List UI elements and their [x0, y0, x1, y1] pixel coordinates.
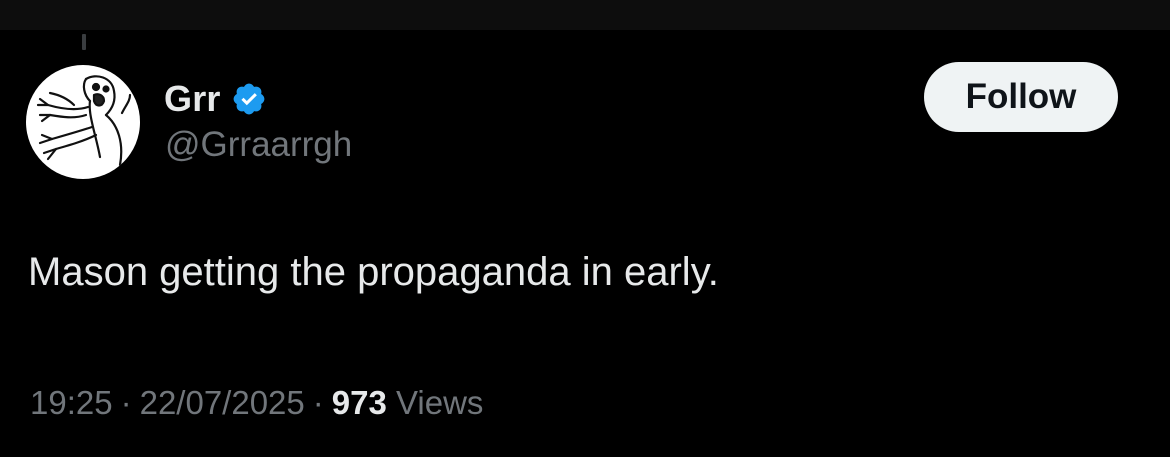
tweet-time[interactable]: 19:25 — [30, 384, 113, 421]
tweet-text: Mason getting the propaganda in early. — [28, 250, 719, 294]
author-name-row: Grr — [164, 76, 267, 122]
meta-separator: · — [312, 384, 324, 421]
tweet-meta: 19:25 · 22/07/2025 · 973 Views — [30, 384, 483, 422]
thread-connector-line — [82, 34, 86, 50]
author-handle[interactable]: @Grraarrgh — [165, 125, 352, 165]
follow-button[interactable]: Follow — [924, 62, 1118, 132]
views-count[interactable]: 973 — [332, 384, 387, 421]
creepy-creature-drawing-icon — [36, 75, 132, 167]
tweet-date[interactable]: 22/07/2025 — [140, 384, 305, 421]
author-display-name[interactable]: Grr — [164, 78, 221, 120]
top-strip — [0, 0, 1170, 30]
avatar[interactable] — [26, 65, 140, 179]
views-label[interactable]: Views — [396, 384, 483, 421]
verified-badge-icon[interactable] — [231, 81, 267, 117]
meta-separator: · — [120, 384, 132, 421]
